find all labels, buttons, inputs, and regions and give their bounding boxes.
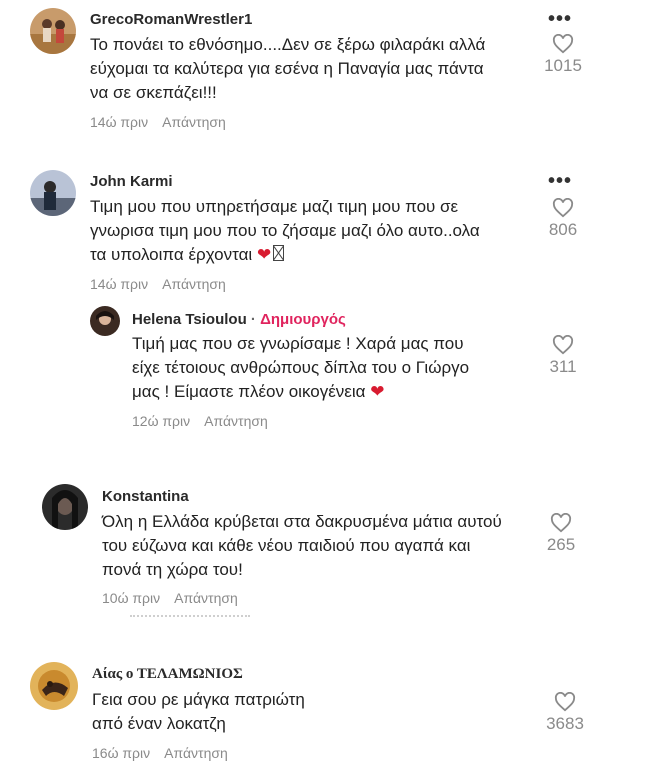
heart-outline-icon [554,692,576,712]
comment-line: Τιμή μας που σε γνωρίσαμε ! Χαρά μας που [132,334,464,353]
separator-dot: · [250,311,256,328]
like-count: 265 [546,535,576,554]
avatar[interactable] [30,170,76,216]
more-options-button[interactable]: ••• [548,171,572,191]
comment-username[interactable]: Konstantina [102,488,189,505]
comment-time: 16ώ πριν [92,745,151,761]
comment-line-text: μας ! Είμαστε πλέον οικογένεια [132,382,366,401]
like-button[interactable]: 3683 [535,692,595,734]
comment-text: Τιμη μου που υπηρετήσαμε μαζι τιμη μου π… [90,195,480,267]
like-button[interactable]: 265 [531,513,591,555]
creator-badge: Δημιουργός [260,311,346,328]
like-count: 806 [548,220,578,239]
comment-line: τα υπολοιπα έρχονται ❤ [90,243,480,267]
comment-username[interactable]: John Karmi [90,173,173,190]
comment-text: Όλη η Ελλάδα κρύβεται στα δακρυσμένα μάτ… [102,510,502,582]
comment-meta: 12ώ πριν Απάντηση [132,413,282,429]
red-heart-emoji: ❤ [256,245,272,264]
comment-line: πονά τη χώρα του! [102,560,243,579]
like-button[interactable]: 1015 [533,34,593,76]
heart-outline-icon [552,335,574,355]
comment-meta: 16ώ πριν Απάντηση [92,745,242,761]
heart-outline-icon [550,513,572,533]
reply-button[interactable]: Απάντηση [174,590,238,606]
like-count: 3683 [546,714,584,733]
reply-button[interactable]: Απάντηση [204,413,268,429]
like-button[interactable]: 311 [533,335,593,377]
reply-button[interactable]: Απάντηση [164,745,228,761]
comment-line: είχε τέτοιους ανθρώπους δίπλα του ο Γιώρ… [132,358,470,377]
like-count: 1015 [544,56,582,75]
comment-line: μας ! Είμαστε πλέον οικογένεια ❤ [132,380,469,404]
avatar[interactable] [30,8,76,54]
comment-line-text: τα υπολοιπα έρχονται [90,245,253,264]
comment-line: Το πονάει το εθνόσημο....Δεν σε ξέρω φιλ… [90,35,486,54]
comment-meta: 14ώ πριν Απάντηση [90,276,240,292]
comment-line: Τιμη μου που υπηρετήσαμε μαζι τιμη μου π… [90,197,459,216]
comment-text: Τιμή μας που σε γνωρίσαμε ! Χαρά μας που… [132,332,469,404]
comment-username[interactable]: GrecoRomanWrestler1 [90,11,252,28]
comment-line: να σε σκεπάζει!!! [90,83,217,102]
comment-time: 10ώ πριν [102,590,161,606]
avatar[interactable] [90,306,120,336]
reply-button[interactable]: Απάντηση [162,114,226,130]
comment-line: από έναν λοκατζη [92,714,226,733]
like-button[interactable]: 806 [533,198,593,240]
comment-username[interactable]: Αίας ο ΤΕΛΑΜΩΝΙΟΣ [92,666,243,683]
comment-line: Γεια σου ρε μάγκα πατριώτη [92,690,305,709]
comment-line: του εύζωνα και κάθε νέου παιδιού που αγα… [102,536,471,555]
heart-outline-icon [552,198,574,218]
red-heart-emoji: ❤ [370,382,385,401]
comment-meta: 10ώ πριν Απάντηση [102,590,252,606]
comment-time: 14ώ πριν [90,114,149,130]
reply-username[interactable]: Helena Tsioulou [132,311,247,328]
heart-outline-icon [552,34,574,54]
reply-button[interactable]: Απάντηση [162,276,226,292]
comment-line: Όλη η Ελλάδα κρύβεται στα δακρυσμένα μάτ… [102,512,502,531]
like-count: 311 [549,357,577,376]
comment-time: 14ώ πριν [90,276,149,292]
comment-line: εύχομαι τα καλύτερα για εσένα η Παναγία … [90,59,484,78]
comment-time: 12ώ πριν [132,413,191,429]
avatar[interactable] [42,484,88,530]
comment-text: Γεια σου ρε μάγκα πατριώτη από έναν λοκα… [92,688,305,736]
more-options-button[interactable]: ••• [548,9,572,29]
avatar[interactable] [30,662,78,710]
comment-meta: 14ώ πριν Απάντηση [90,114,240,130]
comment-line: γνωρισα τιμη μου που το ζήσαμε μαζι όλο … [90,221,480,240]
comment-text: Το πονάει το εθνόσημο....Δεν σε ξέρω φιλ… [90,33,485,105]
comment-username: Helena Tsioulou · Δημιουργός [132,311,346,328]
missing-glyph-icon [273,245,285,261]
cut-off-row [130,615,250,619]
